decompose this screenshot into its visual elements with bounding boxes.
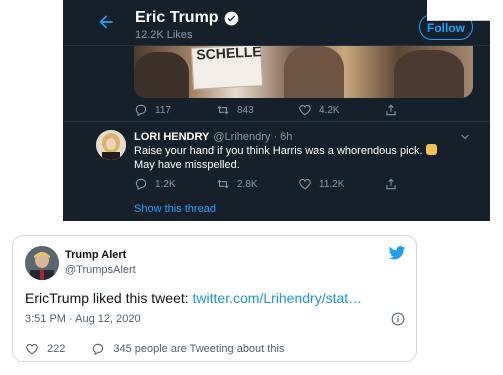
raised-hand-emoji-icon xyxy=(425,144,437,155)
tweet-actions: 117 843 4.2K xyxy=(134,103,434,119)
profile-name: Eric Trump xyxy=(135,9,219,26)
share-action[interactable] xyxy=(384,103,405,117)
retweet-count: 843 xyxy=(237,104,254,116)
reply-share-action[interactable] xyxy=(384,177,405,191)
reply-count: 117 xyxy=(155,104,171,116)
reply-like-action[interactable]: 11.2K xyxy=(298,177,344,191)
embedded-tweet-card: Trump Alert @TrumpsAlert EricTrump liked… xyxy=(12,235,417,362)
tweet-author-handle[interactable]: @TrumpsAlert xyxy=(65,264,136,276)
reply-icon xyxy=(135,178,147,191)
white-corner-strip xyxy=(427,0,490,21)
tweet-photo[interactable]: SCHELLE xyxy=(134,46,473,98)
verified-badge-icon xyxy=(224,11,238,25)
reply-retweet-count: 2.8K xyxy=(237,178,258,190)
tweet-timestamp[interactable]: 3:51 PM · Aug 12, 2020 xyxy=(25,313,141,325)
photo-sign-text: SCHELLE xyxy=(195,46,262,63)
heart-icon[interactable] xyxy=(25,342,39,356)
profile-header: Eric Trump 12.2K Likes Follow xyxy=(63,0,490,46)
photo-sign: SCHELLE xyxy=(190,46,264,90)
tweeting-about-link[interactable]: 345 people are Tweeting about this xyxy=(113,343,284,355)
reply-header: LORI HENDRY @Lrihendry · 6h xyxy=(134,131,292,143)
reply-avatar[interactable] xyxy=(96,130,126,160)
tweet-author-name[interactable]: Trump Alert xyxy=(65,249,126,261)
reply-retweet-action[interactable]: 2.8K xyxy=(216,177,258,191)
retweet-icon xyxy=(217,105,229,115)
tweet-card-actions: 222 345 people are Tweeting about this xyxy=(25,342,284,356)
reply-reply-action[interactable]: 1.2K xyxy=(134,177,176,191)
back-arrow-icon[interactable] xyxy=(96,12,116,32)
info-icon[interactable] xyxy=(391,312,405,326)
heart-icon xyxy=(299,179,311,190)
profile-name-row: Eric Trump xyxy=(135,9,239,27)
tweet-text-prefix: EricTrump liked this tweet: xyxy=(25,290,193,306)
reply-text-line1: Raise your hand if you think Harris was … xyxy=(134,145,423,157)
reply-author-name[interactable]: LORI HENDRY xyxy=(134,131,209,143)
show-thread-link[interactable]: Show this thread xyxy=(134,203,216,215)
reply-actions: 1.2K 2.8K 11.2K xyxy=(134,177,434,193)
reply-handle-time: @Lrihendry · 6h xyxy=(213,131,293,143)
reply-icon xyxy=(135,104,147,117)
like-action[interactable]: 4.2K xyxy=(298,103,340,117)
twitter-bird-icon[interactable] xyxy=(388,246,406,261)
retweet-icon xyxy=(217,179,229,189)
share-icon xyxy=(386,104,396,116)
tweet-like-count: 222 xyxy=(47,343,66,355)
profile-likes-count: 12.2K Likes xyxy=(135,29,193,41)
tweet-text: EricTrump liked this tweet: twitter.com/… xyxy=(25,290,362,306)
reply-like-count: 11.2K xyxy=(319,178,345,190)
tweet-link[interactable]: twitter.com/Lrihendry/stat… xyxy=(193,290,363,306)
reply-text: Raise your hand if you think Harris was … xyxy=(134,144,464,172)
heart-icon xyxy=(299,105,311,116)
like-count: 4.2K xyxy=(319,104,340,116)
dark-tweet-screenshot: Eric Trump 12.2K Likes Follow SCHELLE 11… xyxy=(63,0,490,221)
tweet-divider xyxy=(63,121,490,122)
reply-text-line2: May have misspelled. xyxy=(134,159,240,171)
share-icon xyxy=(386,178,396,190)
chevron-down-icon[interactable] xyxy=(459,131,471,143)
reply-reply-count: 1.2K xyxy=(155,178,176,190)
reply-icon[interactable] xyxy=(91,342,105,356)
avatar[interactable] xyxy=(25,246,59,280)
retweet-action[interactable]: 843 xyxy=(216,103,254,117)
reply-action[interactable]: 117 xyxy=(134,103,171,117)
